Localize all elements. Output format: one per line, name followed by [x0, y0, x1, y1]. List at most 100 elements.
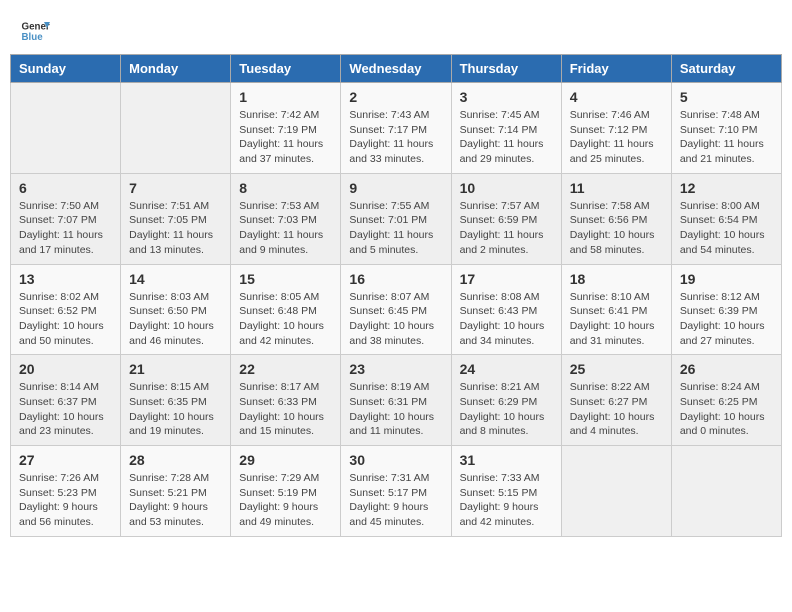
day-number: 17	[460, 271, 553, 287]
day-info: Sunrise: 7:42 AMSunset: 7:19 PMDaylight:…	[239, 108, 332, 167]
day-info: Sunrise: 7:31 AMSunset: 5:17 PMDaylight:…	[349, 471, 442, 530]
day-info: Sunrise: 8:07 AMSunset: 6:45 PMDaylight:…	[349, 290, 442, 349]
day-info: Sunrise: 8:17 AMSunset: 6:33 PMDaylight:…	[239, 380, 332, 439]
day-info: Sunrise: 8:03 AMSunset: 6:50 PMDaylight:…	[129, 290, 222, 349]
day-number: 24	[460, 361, 553, 377]
weekday-header: Friday	[561, 55, 671, 83]
calendar-header: SundayMondayTuesdayWednesdayThursdayFrid…	[11, 55, 782, 83]
day-info: Sunrise: 8:14 AMSunset: 6:37 PMDaylight:…	[19, 380, 112, 439]
day-number: 3	[460, 89, 553, 105]
calendar-day: 13 Sunrise: 8:02 AMSunset: 6:52 PMDayligh…	[11, 264, 121, 355]
day-number: 13	[19, 271, 112, 287]
calendar-day: 7Sunrise: 7:51 AMSunset: 7:05 PMDaylight…	[121, 173, 231, 264]
calendar-day: 29Sunrise: 7:29 AMSunset: 5:19 PMDayligh…	[231, 446, 341, 537]
day-number: 11	[570, 180, 663, 196]
calendar-day: 19Sunrise: 8:12 AMSunset: 6:39 PMDayligh…	[671, 264, 781, 355]
calendar-day	[11, 83, 121, 174]
day-info: Sunrise: 8:12 AMSunset: 6:39 PMDaylight:…	[680, 290, 773, 349]
calendar-day: 23 Sunrise: 8:19 AMSunset: 6:31 PMDayligh…	[341, 355, 451, 446]
day-number: 30	[349, 452, 442, 468]
day-info: Sunrise: 8:22 AMSunset: 6:27 PMDaylight:…	[570, 380, 663, 439]
calendar-day: 24 Sunrise: 8:21 AMSunset: 6:29 PMDayligh…	[451, 355, 561, 446]
day-info: Sunrise: 8:21 AMSunset: 6:29 PMDaylight:…	[460, 380, 553, 439]
day-info: Sunrise: 8:02 AMSunset: 6:52 PMDaylight:…	[19, 290, 112, 349]
calendar-week: 20 Sunrise: 8:14 AMSunset: 6:37 PMDayligh…	[11, 355, 782, 446]
day-number: 25	[570, 361, 663, 377]
calendar-day: 9 Sunrise: 7:55 AMSunset: 7:01 PMDaylight…	[341, 173, 451, 264]
calendar-day: 3 Sunrise: 7:45 AMSunset: 7:14 PMDaylight…	[451, 83, 561, 174]
calendar-day: 17Sunrise: 8:08 AMSunset: 6:43 PMDayligh…	[451, 264, 561, 355]
calendar-day: 28 Sunrise: 7:28 AMSunset: 5:21 PMDayligh…	[121, 446, 231, 537]
day-number: 23	[349, 361, 442, 377]
day-number: 14	[129, 271, 222, 287]
day-number: 21	[129, 361, 222, 377]
calendar-day: 21 Sunrise: 8:15 AMSunset: 6:35 PMDayligh…	[121, 355, 231, 446]
day-info: Sunrise: 7:55 AMSunset: 7:01 PMDaylight:…	[349, 199, 442, 258]
calendar-day: 4Sunrise: 7:46 AMSunset: 7:12 PMDaylight…	[561, 83, 671, 174]
calendar-day: 1 Sunrise: 7:42 AMSunset: 7:19 PMDaylight…	[231, 83, 341, 174]
day-number: 29	[239, 452, 332, 468]
day-number: 20	[19, 361, 112, 377]
calendar-day: 5 Sunrise: 7:48 AMSunset: 7:10 PMDaylight…	[671, 83, 781, 174]
logo: General Blue	[20, 16, 54, 46]
day-number: 10	[460, 180, 553, 196]
calendar-day: 15Sunrise: 8:05 AMSunset: 6:48 PMDayligh…	[231, 264, 341, 355]
day-number: 4	[570, 89, 663, 105]
calendar-day: 25 Sunrise: 8:22 AMSunset: 6:27 PMDayligh…	[561, 355, 671, 446]
day-number: 9	[349, 180, 442, 196]
calendar-week: 6Sunrise: 7:50 AMSunset: 7:07 PMDaylight…	[11, 173, 782, 264]
day-info: Sunrise: 7:43 AMSunset: 7:17 PMDaylight:…	[349, 108, 442, 167]
weekday-header: Thursday	[451, 55, 561, 83]
day-info: Sunrise: 7:58 AMSunset: 6:56 PMDaylight:…	[570, 199, 663, 258]
day-number: 15	[239, 271, 332, 287]
day-info: Sunrise: 8:00 AMSunset: 6:54 PMDaylight:…	[680, 199, 773, 258]
calendar-week: 27 Sunrise: 7:26 AMSunset: 5:23 PMDayligh…	[11, 446, 782, 537]
calendar-day: 11 Sunrise: 7:58 AMSunset: 6:56 PMDayligh…	[561, 173, 671, 264]
day-info: Sunrise: 7:33 AMSunset: 5:15 PMDaylight:…	[460, 471, 553, 530]
weekday-header: Sunday	[11, 55, 121, 83]
calendar-table: SundayMondayTuesdayWednesdayThursdayFrid…	[10, 54, 782, 537]
weekday-header: Wednesday	[341, 55, 451, 83]
day-number: 8	[239, 180, 332, 196]
weekday-header: Monday	[121, 55, 231, 83]
day-info: Sunrise: 7:26 AMSunset: 5:23 PMDaylight:…	[19, 471, 112, 530]
calendar-week: 13 Sunrise: 8:02 AMSunset: 6:52 PMDayligh…	[11, 264, 782, 355]
calendar-day: 22 Sunrise: 8:17 AMSunset: 6:33 PMDayligh…	[231, 355, 341, 446]
day-info: Sunrise: 7:57 AMSunset: 6:59 PMDaylight:…	[460, 199, 553, 258]
calendar-day: 2 Sunrise: 7:43 AMSunset: 7:17 PMDaylight…	[341, 83, 451, 174]
day-number: 6	[19, 180, 112, 196]
calendar-day	[561, 446, 671, 537]
day-number: 5	[680, 89, 773, 105]
day-number: 1	[239, 89, 332, 105]
calendar-week: 1 Sunrise: 7:42 AMSunset: 7:19 PMDaylight…	[11, 83, 782, 174]
day-info: Sunrise: 7:51 AMSunset: 7:05 PMDaylight:…	[129, 199, 222, 258]
day-number: 22	[239, 361, 332, 377]
calendar-day	[671, 446, 781, 537]
day-info: Sunrise: 7:45 AMSunset: 7:14 PMDaylight:…	[460, 108, 553, 167]
day-number: 18	[570, 271, 663, 287]
calendar-day: 31 Sunrise: 7:33 AMSunset: 5:15 PMDayligh…	[451, 446, 561, 537]
svg-text:Blue: Blue	[22, 32, 44, 43]
day-info: Sunrise: 7:53 AMSunset: 7:03 PMDaylight:…	[239, 199, 332, 258]
day-info: Sunrise: 8:15 AMSunset: 6:35 PMDaylight:…	[129, 380, 222, 439]
calendar-day: 10 Sunrise: 7:57 AMSunset: 6:59 PMDayligh…	[451, 173, 561, 264]
calendar-day: 16 Sunrise: 8:07 AMSunset: 6:45 PMDayligh…	[341, 264, 451, 355]
day-number: 31	[460, 452, 553, 468]
calendar-day: 20 Sunrise: 8:14 AMSunset: 6:37 PMDayligh…	[11, 355, 121, 446]
calendar-day: 6Sunrise: 7:50 AMSunset: 7:07 PMDaylight…	[11, 173, 121, 264]
day-number: 16	[349, 271, 442, 287]
day-info: Sunrise: 7:48 AMSunset: 7:10 PMDaylight:…	[680, 108, 773, 167]
weekday-header: Tuesday	[231, 55, 341, 83]
day-info: Sunrise: 8:10 AMSunset: 6:41 PMDaylight:…	[570, 290, 663, 349]
day-number: 28	[129, 452, 222, 468]
calendar-day: 8 Sunrise: 7:53 AMSunset: 7:03 PMDaylight…	[231, 173, 341, 264]
day-number: 12	[680, 180, 773, 196]
calendar-day	[121, 83, 231, 174]
day-info: Sunrise: 8:19 AMSunset: 6:31 PMDaylight:…	[349, 380, 442, 439]
day-info: Sunrise: 7:28 AMSunset: 5:21 PMDaylight:…	[129, 471, 222, 530]
page-header: General Blue	[0, 0, 792, 54]
day-number: 2	[349, 89, 442, 105]
calendar-day: 27 Sunrise: 7:26 AMSunset: 5:23 PMDayligh…	[11, 446, 121, 537]
calendar-day: 14 Sunrise: 8:03 AMSunset: 6:50 PMDayligh…	[121, 264, 231, 355]
day-number: 27	[19, 452, 112, 468]
